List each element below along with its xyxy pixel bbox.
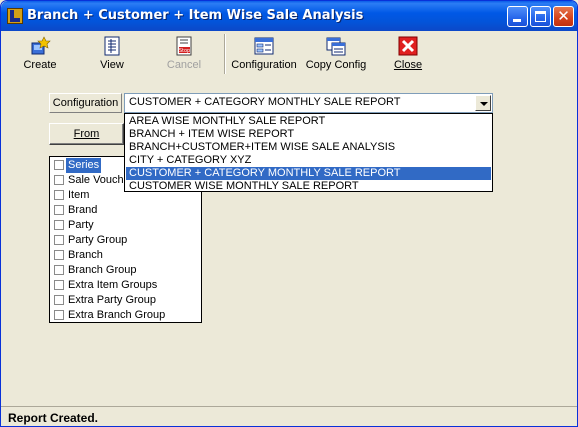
dropdown-option[interactable]: CUSTOMER WISE MONTHLY SALE REPORT [126,180,491,193]
create-icon [29,35,51,57]
copy-config-icon [325,35,347,57]
list-item[interactable]: Branch Group [52,263,201,278]
minimize-icon [513,19,521,22]
close-window-button[interactable]: ✕ [553,6,574,27]
app-icon [7,8,23,24]
list-item[interactable]: Party Group [52,233,201,248]
configuration-select[interactable]: CUSTOMER + CATEGORY MONTHLY SALE REPORT [124,93,493,113]
window-title: Branch + Customer + Item Wise Sale Analy… [27,8,364,23]
checkbox[interactable] [54,205,64,215]
checkbox[interactable] [54,220,64,230]
configuration-selected-value: CUSTOMER + CATEGORY MONTHLY SALE REPORT [129,96,401,108]
list-item[interactable]: Extra Branch Group [52,308,201,322]
checkbox[interactable] [54,310,64,320]
minimize-button[interactable] [507,6,528,27]
configuration-label: Configuration [49,93,122,113]
title-bar[interactable]: Branch + Customer + Item Wise Sale Analy… [1,1,577,31]
close-red-x-icon [397,35,419,57]
status-bar: Report Created. [1,406,577,426]
checkbox[interactable] [54,160,64,170]
maximize-icon [535,11,546,22]
checkbox[interactable] [54,190,64,200]
list-item[interactable]: Extra Party Group [52,293,201,308]
close-button[interactable]: Close [385,33,431,75]
list-item[interactable]: Extra Item Groups [52,278,201,293]
checkbox[interactable] [54,175,64,185]
configuration-button[interactable]: Configuration [229,33,299,75]
checkbox[interactable] [54,235,64,245]
checkbox[interactable] [54,250,64,260]
dropdown-option[interactable]: BRANCH + ITEM WISE REPORT [126,128,491,141]
toolbar-separator [224,34,226,74]
list-item[interactable]: Brand [52,203,201,218]
checkbox[interactable] [54,295,64,305]
copy-config-button[interactable]: Copy Config [303,33,369,75]
chevron-down-icon[interactable] [475,95,491,111]
configuration-icon [253,35,275,57]
view-icon [101,35,123,57]
view-button[interactable]: View [87,33,137,75]
list-item[interactable]: Branch [52,248,201,263]
maximize-button[interactable] [530,6,551,27]
dropdown-option[interactable]: AREA WISE MONTHLY SALE REPORT [126,115,491,128]
toolbar: Create View Stop Cancel Configuration Co… [5,32,575,76]
checkbox[interactable] [54,280,64,290]
dropdown-option[interactable]: BRANCH+CUSTOMER+ITEM WISE SALE ANALYSIS [126,141,491,154]
close-icon: ✕ [557,7,570,25]
svg-text:Stop: Stop [179,48,190,54]
create-button[interactable]: Create [15,33,65,75]
configuration-dropdown-list[interactable]: AREA WISE MONTHLY SALE REPORT BRANCH + I… [124,113,493,192]
status-text: Report Created. [8,411,99,425]
checkbox[interactable] [54,265,64,275]
from-button[interactable]: From [49,123,124,145]
main-window: Branch + Customer + Item Wise Sale Analy… [0,0,578,427]
list-item[interactable]: Party [52,218,201,233]
cancel-button[interactable]: Stop Cancel [159,33,209,75]
dropdown-option-selected[interactable]: CUSTOMER + CATEGORY MONTHLY SALE REPORT [126,167,491,180]
dropdown-option[interactable]: CITY + CATEGORY XYZ [126,154,491,167]
stop-icon: Stop [173,35,195,57]
